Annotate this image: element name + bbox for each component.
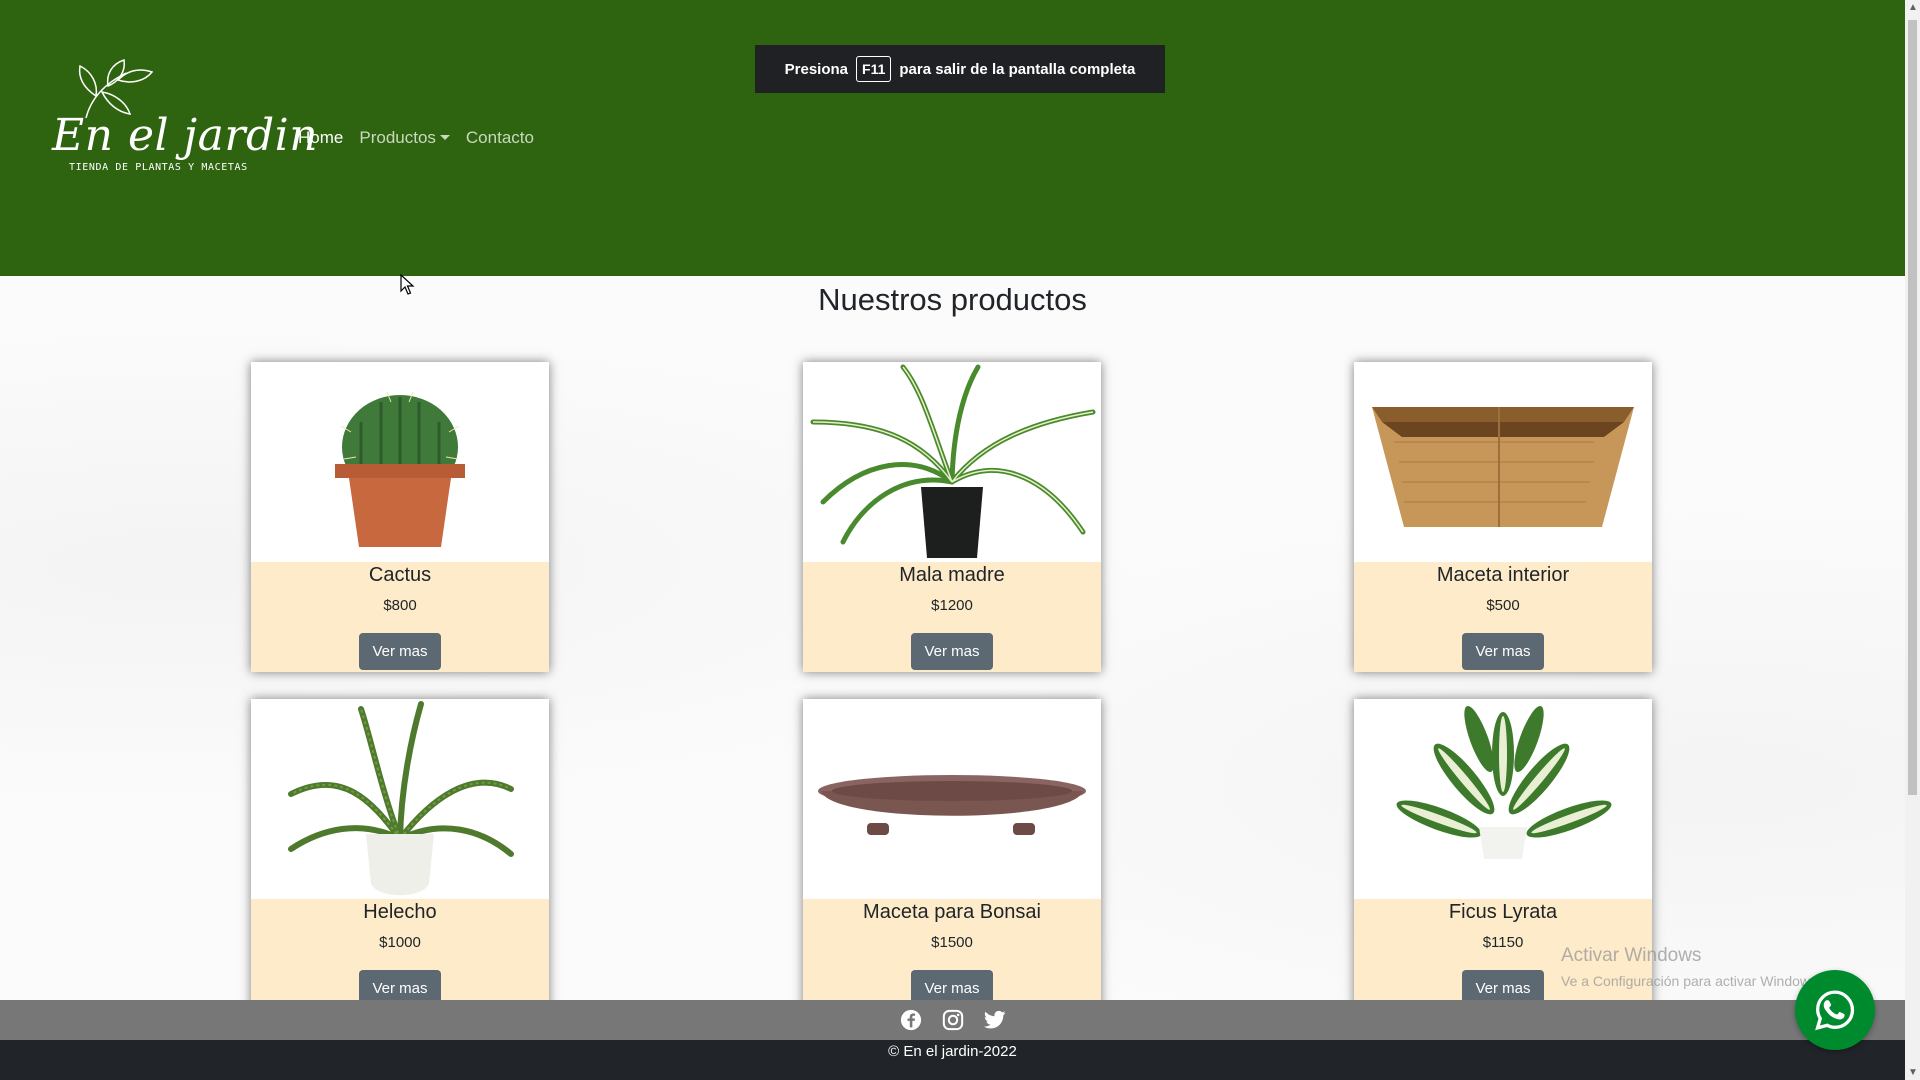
- product-name: Ficus Lyrata: [1448, 901, 1558, 923]
- product-card-body: Helecho $1000 Ver mas: [251, 899, 549, 1000]
- product-card-body: Mala madre $1200 Ver mas: [803, 562, 1101, 672]
- watermark-title: Activar Windows: [1561, 945, 1702, 966]
- ver-mas-button[interactable]: Ver mas: [359, 633, 441, 670]
- product-card-body: Maceta para Bonsai $1500 Ver mas: [803, 899, 1101, 1000]
- scroll-up-arrow-icon[interactable]: ▲: [1908, 2, 1918, 13]
- spider-plant-image: [803, 362, 1101, 562]
- variegated-plant-image: [1354, 699, 1652, 899]
- nav-contacto[interactable]: Contacto: [466, 128, 534, 148]
- caret-down-icon: [439, 135, 450, 140]
- nav-productos-dropdown[interactable]: Productos: [359, 128, 450, 148]
- product-card-body: Cactus $800 Ver mas: [251, 562, 549, 672]
- whatsapp-icon: [1815, 990, 1855, 1031]
- product-card: Maceta para Bonsai $1500 Ver mas: [803, 699, 1101, 1000]
- ver-mas-button[interactable]: Ver mas: [911, 633, 993, 670]
- fullscreen-key: F11: [856, 56, 892, 82]
- footer-copyright: © En el jardin-2022: [888, 1043, 1017, 1060]
- logo[interactable]: En el jardin TIENDA DE PLANTAS Y MACETAS: [52, 58, 318, 178]
- cactus-image: [251, 362, 549, 562]
- vertical-scrollbar[interactable]: ▲ ▼: [1905, 0, 1920, 1080]
- facebook-icon[interactable]: [900, 1009, 922, 1031]
- products-section: Nuestros productos Cactus $800 Ver mas M…: [0, 276, 1905, 1000]
- ver-mas-button[interactable]: Ver mas: [1462, 970, 1544, 1000]
- fullscreen-notice-prefix: Presiona: [784, 60, 849, 78]
- watermark-subtitle: Ve a Configuración para activar Windows.: [1561, 973, 1821, 989]
- logo-subtitle: TIENDA DE PLANTAS Y MACETAS: [69, 162, 248, 173]
- site-header: En el jardin TIENDA DE PLANTAS Y MACETAS…: [0, 0, 1905, 276]
- product-card: Mala madre $1200 Ver mas: [803, 362, 1101, 672]
- product-name: Maceta para Bonsai: [863, 901, 1041, 923]
- fern-image: [251, 699, 549, 899]
- product-card-body: Maceta interior $500 Ver mas: [1354, 562, 1652, 672]
- whatsapp-button[interactable]: [1795, 970, 1875, 1050]
- product-card: Maceta interior $500 Ver mas: [1354, 362, 1652, 672]
- ver-mas-button[interactable]: Ver mas: [359, 970, 441, 1000]
- scroll-thumb[interactable]: [1908, 20, 1917, 795]
- product-price: $500: [1486, 597, 1520, 614]
- bonsai-pot-image: [803, 699, 1101, 899]
- site-footer: © En el jardin-2022: [0, 1040, 1905, 1080]
- product-price: $1200: [931, 597, 973, 614]
- product-card: Helecho $1000 Ver mas: [251, 699, 549, 1000]
- social-bar: [0, 1000, 1905, 1040]
- product-name: Helecho: [363, 901, 437, 923]
- instagram-icon[interactable]: [942, 1009, 964, 1031]
- nav-productos-label: Productos: [359, 128, 436, 147]
- product-price: $1500: [931, 934, 973, 951]
- product-name: Mala madre: [899, 564, 1005, 586]
- logo-title: En el jardin: [52, 110, 319, 161]
- main-nav: Home Productos Contacto: [298, 128, 534, 148]
- fullscreen-notice: Presiona F11 para salir de la pantalla c…: [755, 45, 1165, 93]
- fullscreen-notice-suffix: para salir de la pantalla completa: [899, 60, 1136, 78]
- scroll-down-arrow-icon[interactable]: ▼: [1908, 1067, 1918, 1078]
- mouse-cursor-icon: [400, 274, 415, 295]
- ver-mas-button[interactable]: Ver mas: [911, 970, 993, 1000]
- product-price: $1000: [379, 934, 421, 951]
- page-title: Nuestros productos: [818, 282, 1087, 317]
- product-card: Cactus $800 Ver mas: [251, 362, 549, 672]
- windows-activation-watermark: Activar Windows Ve a Configuración para …: [1561, 945, 1821, 989]
- product-name: Maceta interior: [1436, 564, 1570, 586]
- nav-home[interactable]: Home: [298, 128, 343, 148]
- product-price: $800: [383, 597, 417, 614]
- twitter-icon[interactable]: [983, 1010, 1006, 1030]
- wooden-pot-image: [1354, 362, 1652, 562]
- ver-mas-button[interactable]: Ver mas: [1462, 633, 1544, 670]
- product-name: Cactus: [368, 564, 432, 586]
